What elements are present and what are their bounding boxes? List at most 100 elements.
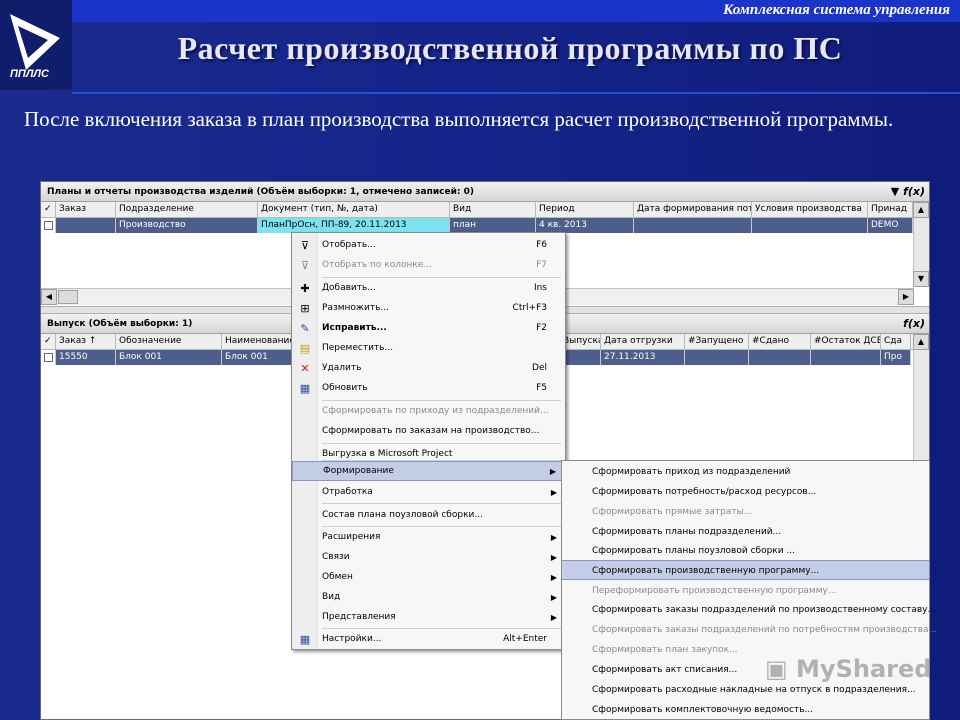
check-column-header[interactable]: ✓ [41, 334, 56, 349]
col-handover[interactable]: Сда [881, 334, 911, 349]
table-row[interactable]: Производство ПланПрОсн, ПП-89, 20.11.201… [41, 218, 929, 233]
col-type[interactable]: Вид [450, 202, 536, 217]
submenu-item[interactable]: Сформировать потребность/расход ресурсов… [562, 482, 929, 502]
top-panel-title-text: Планы и отчеты производства изделий (Объ… [47, 186, 474, 197]
refresh-icon: ▦ [299, 381, 311, 395]
logo: ППЛЛС [0, 0, 72, 90]
submenu-item[interactable]: Сформировать комплектовочную ведомость..… [562, 700, 929, 720]
menu-item-duplicate[interactable]: ⊞ Размножить... Ctrl+F3 [292, 298, 565, 318]
submenu-item[interactable]: Сформировать расходные накладные на отпу… [562, 680, 929, 700]
logo-text: ППЛЛС [10, 68, 49, 80]
menu-item-links[interactable]: Связи ▶ [292, 547, 565, 567]
cell-delivered[interactable] [749, 350, 811, 365]
title-divider [72, 92, 960, 94]
cell-designation[interactable]: Блок 001 [116, 350, 222, 365]
menu-item-refresh[interactable]: ▦ Обновить F5 [292, 378, 565, 398]
plus-icon: ✚ [300, 281, 310, 295]
col-conditions[interactable]: Условия производства [752, 202, 868, 217]
menu-item-extensions[interactable]: Расширения ▶ [292, 527, 565, 547]
cell-formation-date[interactable] [634, 218, 752, 233]
cell-remaining[interactable] [811, 350, 881, 365]
cell-document[interactable]: ПланПрОсн, ПП-89, 20.11.2013 [258, 218, 450, 233]
page-title: Расчет производственной программы по ПС [177, 30, 843, 66]
col-ship-date[interactable]: Дата отгрузки [601, 334, 685, 349]
filter-icon[interactable]: ▼ f(x) [891, 185, 929, 198]
menu-item-add[interactable]: ✚ Добавить... Ins [292, 278, 565, 298]
watermark: ▣ MyShared [765, 655, 931, 683]
delete-icon: ✕ [300, 361, 310, 375]
scroll-down-arrow-icon[interactable]: ▼ [913, 271, 929, 287]
col-period[interactable]: Период [536, 202, 634, 217]
cell-ship-date[interactable]: 27.11.2013 [601, 350, 685, 365]
cell-department[interactable]: Производство [116, 218, 258, 233]
cell-owner[interactable]: DEMO [868, 218, 913, 233]
top-grid-header: ✓ Заказ Подразделение Документ (тип, №, … [41, 202, 929, 218]
menu-item-form-by-receipt[interactable]: Сформировать по приходу из подразделений… [292, 401, 565, 421]
system-label: Комплексная система управления [723, 2, 950, 18]
col-formation-date[interactable]: Дата формирования пот [634, 202, 752, 217]
duplicate-icon: ⊞ [300, 301, 310, 315]
menu-item-formation[interactable]: Формирование ▶ [292, 461, 565, 481]
menu-item-delete[interactable]: ✕ Удалить Del [292, 358, 565, 378]
bottom-panel-title-text: Выпуск (Объём выборки: 1) [47, 318, 193, 329]
menu-item-view[interactable]: Вид ▶ [292, 587, 565, 607]
watermark-icon: ▣ [765, 655, 788, 683]
menu-item-move[interactable]: ▤ Переместить... [292, 338, 565, 358]
cell-order[interactable]: 15550 [56, 350, 116, 365]
move-icon: ▤ [299, 341, 311, 355]
cell-handover[interactable]: Про [881, 350, 911, 365]
submenu-item[interactable]: Сформировать приход из подразделений [562, 462, 929, 482]
submenu-item-production-program[interactable]: Сформировать производственную программу.… [562, 560, 929, 580]
col-launched[interactable]: #Запущено [685, 334, 749, 349]
scroll-up-arrow-icon[interactable]: ▲ [913, 334, 929, 350]
submenu-item[interactable]: Сформировать планы подразделений... [562, 522, 929, 542]
col-document[interactable]: Документ (тип, №, дата) [258, 202, 450, 217]
intro-text: После включения заказа в план производст… [24, 107, 894, 131]
row-checkbox[interactable] [44, 221, 53, 230]
scroll-right-arrow-icon[interactable]: ▶ [898, 289, 914, 305]
col-order[interactable]: Заказ [56, 202, 116, 217]
submenu-item[interactable]: Переформировать производственную програм… [562, 581, 929, 601]
col-order[interactable]: Заказ ↑ [56, 334, 116, 349]
cell-conditions[interactable] [752, 218, 868, 233]
col-owner[interactable]: Принад [868, 202, 913, 217]
cell-type[interactable]: план [450, 218, 536, 233]
menu-item-edit[interactable]: ✎ Исправить... F2 [292, 318, 565, 338]
watermark-text: MyShared [796, 655, 932, 683]
row-checkbox[interactable] [44, 353, 53, 362]
top-vertical-scrollbar[interactable]: ▲ ▼ [913, 202, 929, 287]
scroll-up-arrow-icon[interactable]: ▲ [913, 202, 929, 218]
menu-item-representations[interactable]: Представления ▶ [292, 607, 565, 627]
top-panel-title: Планы и отчеты производства изделий (Объ… [41, 182, 929, 202]
menu-item-processing[interactable]: Отработка ▶ [292, 482, 565, 502]
formula-icon[interactable]: f(x) [903, 185, 925, 198]
cell-name[interactable]: Блок 001 [222, 350, 292, 365]
check-column-header[interactable]: ✓ [41, 202, 56, 217]
funnel-column-icon: ⊽ [300, 258, 310, 272]
submenu-item[interactable]: Сформировать заказы подразделений по пот… [562, 620, 937, 640]
scroll-thumb[interactable] [58, 290, 78, 304]
menu-item-select[interactable]: ⊽ Отобрать... F6 [292, 235, 565, 255]
submenu-item[interactable]: Сформировать заказы подразделений по про… [562, 600, 936, 620]
menu-item-assembly-plan[interactable]: Состав плана поузловой сборки... [292, 505, 565, 525]
col-department[interactable]: Подразделение [116, 202, 258, 217]
submenu-item[interactable]: Сформировать планы поузловой сборки ... [562, 541, 929, 561]
context-menu: ⊽ Отобрать... F6 ⊽ Отобрать по колонке... F7… [291, 232, 566, 650]
formula-icon[interactable]: f(x) [903, 317, 929, 330]
cell-launched[interactable] [685, 350, 749, 365]
col-remaining[interactable]: #Остаток ДСЕ [811, 334, 881, 349]
col-designation[interactable]: Обозначение [116, 334, 222, 349]
header-strip: Комплексная система управления [72, 0, 960, 22]
settings-icon: ▦ [299, 632, 311, 646]
cell-period[interactable]: 4 кв. 2013 [536, 218, 634, 233]
submenu-item[interactable]: Сформировать прямые затраты... [562, 502, 929, 522]
menu-item-form-by-orders[interactable]: Сформировать по заказам на производство.… [292, 421, 565, 441]
col-delivered[interactable]: #Сдано [749, 334, 811, 349]
col-name[interactable]: Наименование [222, 334, 292, 349]
menu-item-settings[interactable]: ▦ Настройки... Alt+Enter [292, 629, 565, 649]
menu-item-select-by-column[interactable]: ⊽ Отобрать по колонке... F7 [292, 255, 565, 275]
cell-order[interactable] [56, 218, 116, 233]
funnel-icon: ⊽ [300, 238, 310, 252]
scroll-left-arrow-icon[interactable]: ◀ [41, 289, 57, 305]
menu-item-exchange[interactable]: Обмен ▶ [292, 567, 565, 587]
